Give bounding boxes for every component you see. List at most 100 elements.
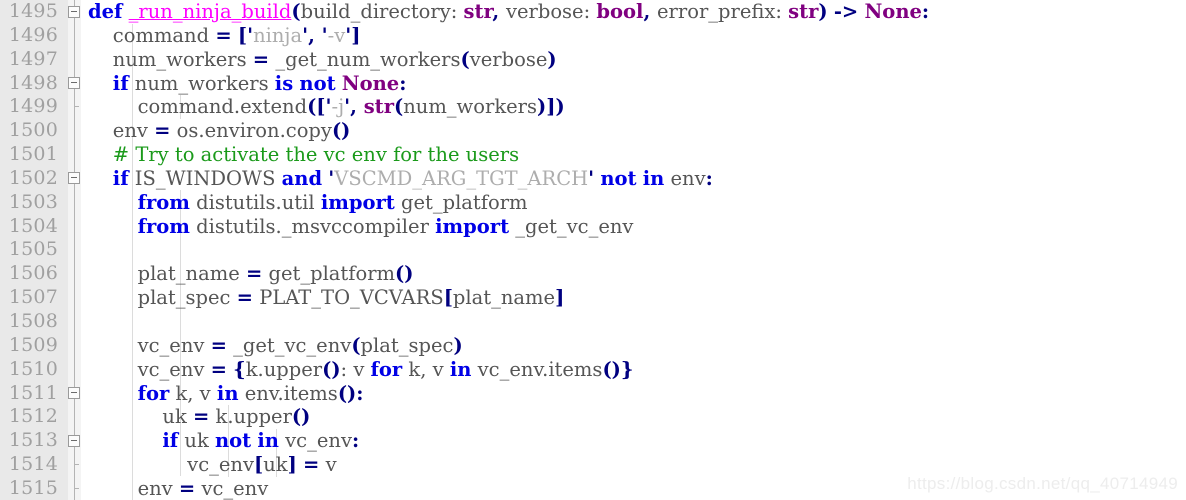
code-text[interactable]: def _run_ninja_build(build_directory: st…	[88, 0, 929, 24]
code-text[interactable]: env = vc_env	[88, 477, 269, 500]
token-punc: :	[705, 166, 713, 190]
fold-collapse-icon[interactable]	[68, 77, 80, 90]
code-line[interactable]: 1505	[0, 238, 1186, 263]
token-punc: ()	[291, 405, 311, 429]
fold-collapse-icon[interactable]	[68, 172, 80, 185]
code-text[interactable]: num_workers = _get_num_workers(verbose)	[88, 48, 557, 72]
fold-marker[interactable]	[68, 262, 81, 287]
token-str: ninja	[253, 23, 303, 47]
code-line[interactable]: 1502 if IS_WINDOWS and 'VSCMD_ARG_TGT_AR…	[0, 166, 1186, 191]
code-editor[interactable]: 1495 def _run_ninja_build(build_directory…	[0, 0, 1186, 500]
code-line[interactable]: 1506 plat_name = get_platform()	[0, 262, 1186, 287]
code-line[interactable]: 1503 from distutils.util import get_plat…	[0, 190, 1186, 215]
line-number: 1498	[8, 71, 58, 94]
fold-marker[interactable]	[68, 143, 81, 167]
fold-marker[interactable]	[68, 309, 81, 334]
code-line[interactable]: 1498 if num_workers is not None:	[0, 71, 1186, 96]
code-text[interactable]: vc_env = {k.upper(): v for k, v in vc_en…	[88, 357, 634, 382]
fold-marker[interactable]	[68, 381, 81, 406]
token-id	[88, 191, 138, 214]
code-text[interactable]: vc_env = _get_vc_env(plat_spec)	[88, 334, 463, 358]
fold-marker[interactable]	[68, 286, 81, 310]
fold-collapse-icon[interactable]	[68, 387, 80, 399]
code-line[interactable]: 1499 command.extend(['-j', str(num_worke…	[0, 95, 1186, 120]
fold-marker[interactable]	[68, 119, 81, 144]
code-line[interactable]: 1513 if uk not in vc_env:	[0, 429, 1186, 454]
fold-marker[interactable]	[68, 23, 81, 48]
token-kw: import	[435, 214, 510, 238]
fold-guide-line	[74, 214, 75, 239]
code-text[interactable]: from distutils._msvccompiler import _get…	[88, 214, 634, 239]
fold-marker[interactable]	[68, 238, 81, 263]
fold-marker[interactable]	[68, 357, 81, 382]
code-text[interactable]: env = os.environ.copy()	[88, 119, 351, 143]
line-number: 1497	[8, 47, 58, 70]
code-lines[interactable]: 1495 def _run_ninja_build(build_directory…	[0, 0, 1186, 500]
token-kw: in	[257, 429, 279, 453]
code-line[interactable]: 1509 vc_env = _get_vc_env(plat_spec)	[0, 333, 1186, 358]
token-id	[88, 215, 138, 238]
token-id: k.upper	[245, 357, 323, 381]
line-number: 1502	[8, 166, 58, 189]
code-line[interactable]: 1501 # Try to activate the vc env for th…	[0, 143, 1186, 167]
code-text[interactable]: if IS_WINDOWS and 'VSCMD_ARG_TGT_ARCH' n…	[88, 167, 713, 191]
code-text[interactable]: # Try to activate the vc env for the use…	[88, 143, 519, 167]
token-op: =	[192, 405, 210, 429]
fold-marker[interactable]	[68, 333, 81, 358]
code-line[interactable]: 1512 uk = k.upper()	[0, 405, 1186, 430]
code-text[interactable]: if num_workers is not None:	[88, 72, 407, 96]
fold-marker[interactable]	[68, 47, 81, 72]
code-line[interactable]: 1511 for k, v in env.items():	[0, 381, 1186, 406]
code-line[interactable]: 1496 command = ['ninja', '-v']	[0, 23, 1186, 48]
token-punc: :	[921, 0, 930, 23]
token-id: get_platform	[394, 190, 528, 214]
code-line[interactable]: 1510 vc_env = {k.upper(): v for k, v in …	[0, 357, 1186, 382]
code-text[interactable]: if uk not in vc_env:	[88, 429, 359, 453]
code-text[interactable]: command.extend(['-j', str(num_workers)])	[88, 95, 565, 119]
token-punc: [	[237, 23, 248, 47]
token-id: command	[88, 23, 216, 47]
line-number: 1513	[8, 429, 58, 452]
fold-marker[interactable]	[68, 405, 81, 430]
token-kw: and	[281, 166, 323, 190]
fold-marker[interactable]	[68, 71, 81, 96]
fold-marker[interactable]	[68, 190, 81, 215]
code-text[interactable]: plat_spec = PLAT_TO_VCVARS[plat_name]	[88, 286, 565, 310]
fold-marker[interactable]	[68, 476, 81, 500]
token-id: _get_num_workers	[269, 47, 461, 71]
token-kw: in	[216, 381, 239, 405]
token-id: vc_env	[278, 429, 352, 453]
code-line[interactable]: 1500 env = os.environ.copy()	[0, 119, 1186, 144]
token-id: num_workers	[88, 47, 253, 71]
code-line[interactable]: 1497 num_workers = _get_num_workers(verb…	[0, 47, 1186, 72]
token-kw: def	[88, 0, 123, 23]
token-kw: not	[600, 166, 637, 190]
code-text[interactable]: vc_env[uk] = v	[88, 453, 336, 477]
token-id: uk	[263, 453, 288, 477]
fold-marker[interactable]	[68, 166, 81, 191]
fold-collapse-icon[interactable]	[68, 434, 80, 447]
fold-marker[interactable]	[68, 0, 81, 24]
code-text[interactable]: for k, v in env.items():	[88, 381, 364, 406]
fold-marker[interactable]	[68, 453, 81, 477]
line-number: 1496	[8, 23, 58, 46]
fold-end-icon	[74, 95, 79, 120]
code-line[interactable]: 1495 def _run_ninja_build(build_directory…	[0, 0, 1186, 24]
code-text[interactable]: uk = k.upper()	[88, 405, 310, 429]
token-punc: ]	[287, 453, 297, 477]
line-number: 1511	[8, 381, 58, 404]
token-typ: bool	[596, 0, 644, 23]
code-line[interactable]: 1507 plat_spec = PLAT_TO_VCVARS[plat_nam…	[0, 286, 1186, 310]
fold-collapse-icon[interactable]	[68, 5, 80, 18]
fold-marker[interactable]	[68, 214, 81, 239]
token-punc: ()}	[602, 357, 634, 381]
code-text[interactable]: from distutils.util import get_platform	[88, 191, 528, 215]
code-text[interactable]: command = ['ninja', '-v']	[88, 23, 361, 48]
code-line[interactable]: 1508	[0, 309, 1186, 334]
fold-marker[interactable]	[68, 429, 81, 454]
code-text[interactable]: plat_name = get_platform()	[88, 262, 414, 286]
token-str: -v	[327, 23, 346, 47]
fold-marker[interactable]	[68, 95, 81, 120]
token-punc: )	[453, 333, 463, 357]
code-line[interactable]: 1504 from distutils._msvccompiler import…	[0, 214, 1186, 239]
